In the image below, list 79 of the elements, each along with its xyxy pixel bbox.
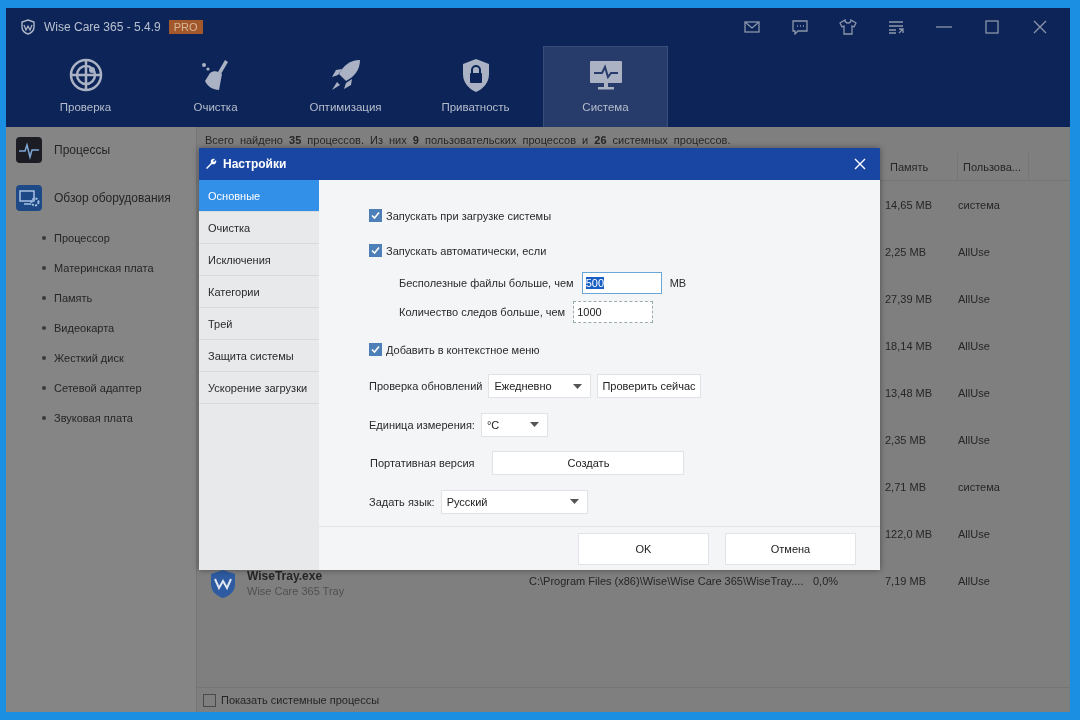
caret-icon xyxy=(573,383,583,389)
table-cell-text: 14,65 MB xyxy=(885,197,934,213)
sidebar-item[interactable]: Процессы xyxy=(6,127,196,173)
unit-label: MB xyxy=(669,276,687,289)
checkbox-label: Запускать автоматически, если xyxy=(386,244,547,257)
field-label: Бесполезные файлы больше, чем xyxy=(399,276,574,289)
table-cell-text: система xyxy=(958,197,1001,213)
checkbox[interactable] xyxy=(203,693,216,707)
sidebar-subitem[interactable]: Память xyxy=(6,283,196,313)
monitor-gear-icon xyxy=(16,185,42,211)
caret-icon xyxy=(529,422,539,428)
input-field[interactable]: 500 xyxy=(581,271,662,294)
table-cell-text: AllUse xyxy=(958,432,991,448)
table-cell-text: AllUse xyxy=(958,291,991,307)
sidebar-subitem[interactable]: Звуковая плата xyxy=(6,403,196,433)
nav-tab[interactable]: Система xyxy=(543,46,668,127)
table-cell-text: 2,35 MB xyxy=(885,432,927,448)
sidebar-subitem[interactable]: Материнская плата xyxy=(6,253,196,283)
checkbox-label: Показать системные процессы xyxy=(221,694,380,706)
table-cell-text: AllUse xyxy=(958,244,991,260)
setting-label: Задать язык: xyxy=(369,495,435,508)
setting-label: Портативная версия xyxy=(369,457,475,470)
table-cell-text: AllUse xyxy=(958,526,991,542)
settings-tab[interactable]: Категории xyxy=(199,276,319,308)
pulse-icon xyxy=(16,137,42,163)
sidebar-subitem[interactable]: Сетевой адаптер xyxy=(6,373,196,403)
summary-text: Всего найдено 35 процессов. Из них 9 пользовательских процессов и 26 системных процессов. xyxy=(204,133,732,148)
checkbox-label: Добавить в контекстное меню xyxy=(386,343,540,356)
window-title: Wise Care 365 - 5.4.9 xyxy=(44,20,161,34)
nav-tab[interactable]: Оптимизация xyxy=(283,46,408,127)
settings-tab[interactable]: Очистка xyxy=(199,212,319,244)
dropdown[interactable]: Ежедневно xyxy=(488,374,592,399)
table-cell-text: 2,71 MB xyxy=(885,479,927,495)
checkbox[interactable] xyxy=(369,244,382,257)
settings-tab[interactable]: Трей xyxy=(199,308,319,340)
setting-label: Единица измерения: xyxy=(369,418,475,431)
radar-icon xyxy=(67,57,104,93)
settings-tab[interactable]: Исключения xyxy=(199,244,319,276)
sidebar-subitem[interactable]: Процессор xyxy=(6,223,196,253)
logo-icon xyxy=(20,19,36,35)
column-header[interactable]: Пользова... xyxy=(958,153,1029,180)
table-cell-text: 7,19 MB xyxy=(885,573,927,589)
table-cell-text: AllUse xyxy=(958,338,991,354)
table-cell-text: 18,14 MB xyxy=(885,338,934,354)
sidebar-subitem[interactable]: Жесткий диск xyxy=(6,343,196,373)
create-button[interactable]: Создать xyxy=(492,451,685,476)
dropdown[interactable]: Русский xyxy=(440,489,588,514)
table-cell-text: C:\Program Files (x86)\Wise\Wise Care 365\WiseTray.... xyxy=(529,573,805,589)
column-header[interactable]: Память xyxy=(885,153,958,180)
dialog-button[interactable]: OK xyxy=(578,532,709,565)
table-cell-text: 13,48 MB xyxy=(885,385,934,401)
nav-tab[interactable]: Очистка xyxy=(153,46,278,127)
settings-tab[interactable]: Защита системы xyxy=(199,340,319,372)
check-now-button[interactable]: Проверить сейчас xyxy=(597,374,701,399)
process-name: WiseTray.exe xyxy=(247,569,324,583)
table-cell-text: 2,25 MB xyxy=(885,244,927,260)
settings-tab[interactable]: Ускорение загрузки xyxy=(199,372,319,404)
dialog-button[interactable]: Отмена xyxy=(725,532,856,565)
input-field[interactable]: 1000 xyxy=(573,300,654,323)
table-cell-text: AllUse xyxy=(958,573,991,589)
table-cell-text: AllUse xyxy=(958,385,991,401)
nav-tab[interactable]: Приватность xyxy=(413,46,538,127)
checkbox[interactable] xyxy=(369,209,382,222)
dropdown[interactable]: °C xyxy=(480,412,548,437)
nav-tab[interactable]: Проверка xyxy=(23,46,148,127)
dialog-title: Настройки xyxy=(223,157,287,171)
checkbox[interactable] xyxy=(369,343,382,356)
setting-label: Проверка обновлений xyxy=(369,380,483,393)
sidebar-subitem[interactable]: Видеокарта xyxy=(6,313,196,343)
table-cell-text: 0,0% xyxy=(813,573,840,589)
table-cell-text: 27,39 MB xyxy=(885,291,934,307)
field-label: Количество следов больше, чем xyxy=(399,305,566,318)
pro-badge: PRO xyxy=(168,20,203,34)
table-cell-text: 122,0 MB xyxy=(885,526,934,542)
caret-icon xyxy=(569,499,579,505)
checkbox-label: Запускать при загрузке системы xyxy=(386,209,552,222)
sidebar-item[interactable]: Обзор оборудования xyxy=(6,175,196,221)
wrench-icon xyxy=(205,158,217,170)
table-cell-text: система xyxy=(958,479,1001,495)
